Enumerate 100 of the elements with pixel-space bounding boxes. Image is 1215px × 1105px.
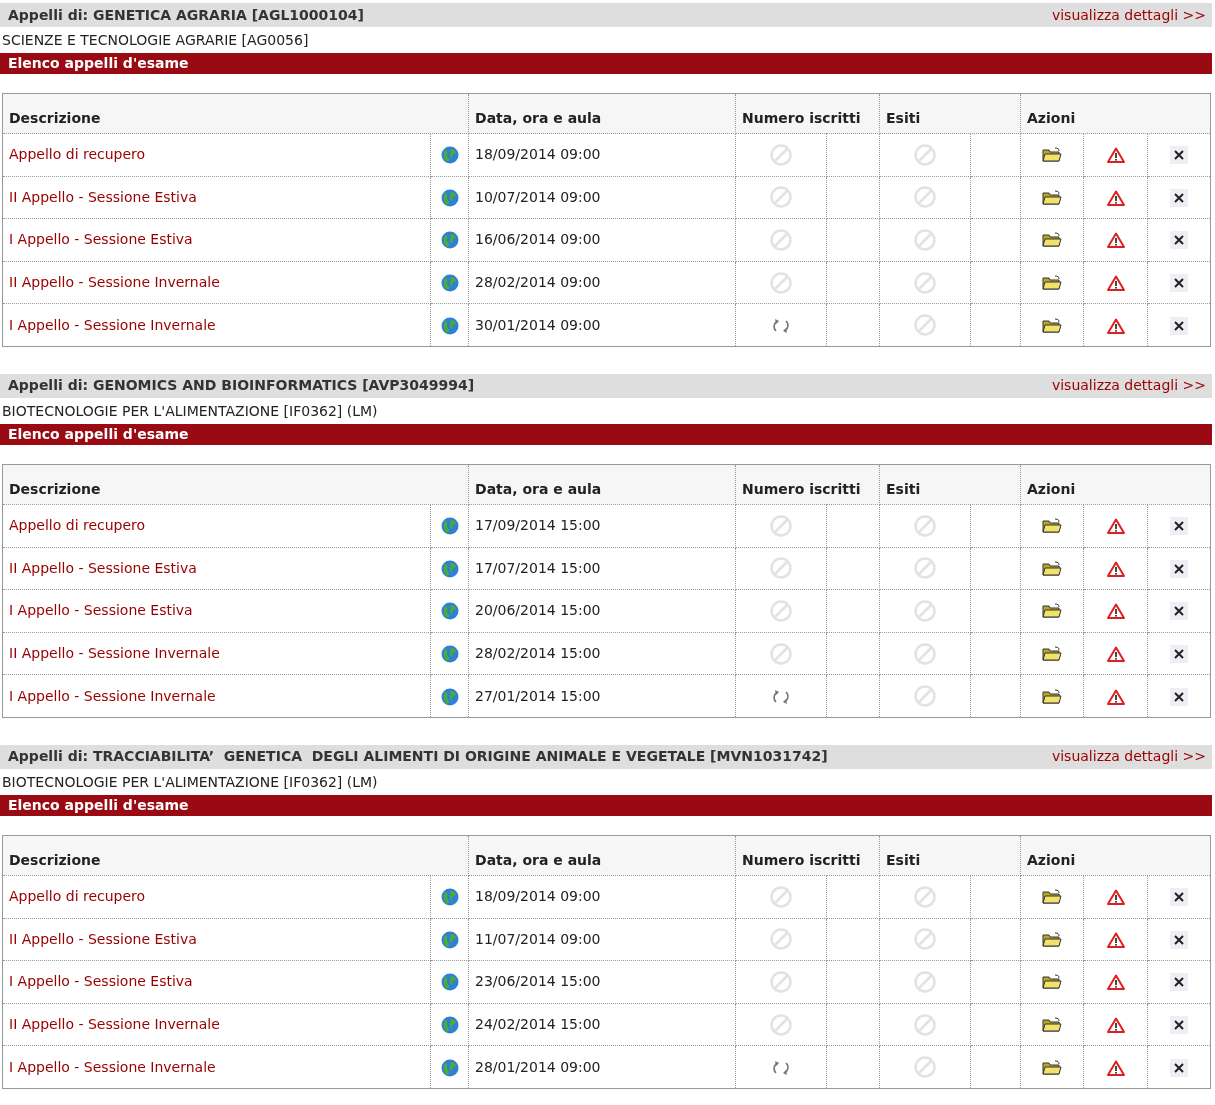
course-name: BIOTECNOLOGIE PER L'ALIMENTAZIONE [IF0362] (LM) <box>1 401 379 421</box>
warning-icon[interactable] <box>1106 931 1125 948</box>
warning-icon[interactable] <box>1106 189 1125 206</box>
close-icon[interactable] <box>1170 930 1189 949</box>
close-icon[interactable] <box>1170 1058 1189 1077</box>
globe-icon <box>440 274 459 293</box>
folder-icon[interactable] <box>1042 1017 1063 1033</box>
exam-date: 18/09/2014 09:00 <box>475 146 601 163</box>
close-icon[interactable] <box>1170 1016 1189 1034</box>
exam-session-link[interactable]: II Appello - Sessione Estiva <box>9 559 197 576</box>
warning-icon[interactable] <box>1106 646 1125 663</box>
prohibited-icon <box>770 557 792 580</box>
folder-icon[interactable] <box>1042 603 1063 620</box>
exam-date: 30/01/2014 09:00 <box>475 316 601 333</box>
warning-icon[interactable] <box>1106 974 1125 991</box>
prohibited-icon <box>770 885 792 908</box>
folder-icon[interactable] <box>1042 317 1063 334</box>
exam-session-link[interactable]: Appello di recupero <box>9 888 146 905</box>
refresh-icon[interactable] <box>772 317 790 334</box>
warning-icon[interactable] <box>1106 688 1125 705</box>
close-icon[interactable] <box>1170 231 1189 250</box>
prohibited-icon <box>914 685 937 708</box>
exam-session-link[interactable]: I Appello - Sessione Estiva <box>9 231 193 248</box>
close-icon[interactable] <box>1170 602 1189 621</box>
exam-date: 17/07/2014 15:00 <box>475 559 601 576</box>
folder-icon[interactable] <box>1042 646 1063 663</box>
close-icon[interactable] <box>1170 559 1189 578</box>
globe-icon <box>440 1058 459 1077</box>
exam-session-link[interactable]: I Appello - Sessione Invernale <box>9 1058 216 1075</box>
close-icon[interactable] <box>1170 146 1189 165</box>
exam-session-link[interactable]: II Appello - Sessione Estiva <box>9 188 197 205</box>
refresh-icon[interactable] <box>772 1059 790 1076</box>
warning-icon[interactable] <box>1106 518 1125 535</box>
refresh-icon[interactable] <box>772 688 790 705</box>
folder-icon[interactable] <box>1042 688 1063 705</box>
folder-icon[interactable] <box>1042 518 1063 535</box>
exam-session-link[interactable]: I Appello - Sessione Invernale <box>9 687 216 704</box>
warning-icon[interactable] <box>1106 1059 1125 1076</box>
close-icon[interactable] <box>1170 274 1189 293</box>
folder-icon[interactable] <box>1042 189 1063 206</box>
prohibited-icon <box>770 271 792 294</box>
warning-icon[interactable] <box>1106 889 1125 906</box>
folder-icon[interactable] <box>1042 275 1063 292</box>
warning-icon[interactable] <box>1106 560 1125 577</box>
prohibited-icon <box>770 229 792 251</box>
globe-icon <box>440 188 459 207</box>
prohibited-icon <box>914 599 937 622</box>
warning-icon[interactable] <box>1106 1017 1125 1033</box>
folder-icon[interactable] <box>1042 931 1063 948</box>
folder-icon[interactable] <box>1042 147 1063 164</box>
exam-session-link[interactable]: II Appello - Sessione Invernale <box>9 1016 220 1032</box>
warning-icon[interactable] <box>1106 317 1125 334</box>
exam-session-link[interactable]: I Appello - Sessione Estiva <box>9 973 193 990</box>
exam-date: 28/02/2014 15:00 <box>475 645 601 662</box>
course-name: SCIENZE E TECNOLOGIE AGRARIE [AG0056] <box>1 31 310 50</box>
exam-date: 27/01/2014 15:00 <box>475 687 601 704</box>
globe-icon <box>440 645 459 664</box>
column-header: Data, ora e aula <box>475 480 602 497</box>
course-name: BIOTECNOLOGIE PER L'ALIMENTAZIONE [IF0362] (LM) <box>1 772 379 792</box>
globe-icon <box>440 559 459 578</box>
folder-icon[interactable] <box>1042 889 1063 906</box>
warning-icon[interactable] <box>1106 232 1125 249</box>
details-link[interactable]: visualizza dettagli >> <box>1051 746 1206 768</box>
warning-icon[interactable] <box>1106 275 1125 292</box>
close-icon[interactable] <box>1170 973 1189 992</box>
exam-session-link[interactable]: II Appello - Sessione Estiva <box>9 930 197 947</box>
warning-icon[interactable] <box>1106 603 1125 620</box>
details-link[interactable]: visualizza dettagli >> <box>1051 375 1206 397</box>
close-icon[interactable] <box>1170 517 1189 536</box>
globe-icon <box>440 231 459 250</box>
close-icon[interactable] <box>1170 188 1189 207</box>
column-header: Azioni <box>1027 480 1076 497</box>
folder-icon[interactable] <box>1042 560 1063 577</box>
exam-session-link[interactable]: II Appello - Sessione Invernale <box>9 645 220 662</box>
exam-session-link[interactable]: I Appello - Sessione Invernale <box>9 316 216 333</box>
prohibited-icon <box>770 1013 792 1036</box>
exam-session-link[interactable]: Appello di recupero <box>9 146 146 163</box>
column-header: Descrizione <box>9 851 101 868</box>
warning-icon[interactable] <box>1106 147 1125 164</box>
exam-session-link[interactable]: II Appello - Sessione Invernale <box>9 274 220 291</box>
exam-session-link[interactable]: I Appello - Sessione Estiva <box>9 602 193 619</box>
close-icon[interactable] <box>1170 316 1189 335</box>
details-link[interactable]: visualizza dettagli >> <box>1051 4 1206 26</box>
globe-icon <box>440 888 459 907</box>
exam-date: 23/06/2014 15:00 <box>475 973 601 990</box>
globe-icon <box>440 146 459 165</box>
close-icon[interactable] <box>1170 687 1189 706</box>
exam-date: 17/09/2014 15:00 <box>475 517 601 534</box>
folder-icon[interactable] <box>1042 1059 1063 1076</box>
list-title-bar: Elenco appelli d'esame <box>0 53 1212 74</box>
globe-icon <box>440 602 459 621</box>
close-icon[interactable] <box>1170 645 1189 664</box>
prohibited-icon <box>914 642 937 665</box>
list-title-bar: Elenco appelli d'esame <box>0 423 1212 445</box>
prohibited-icon <box>914 970 937 993</box>
folder-icon[interactable] <box>1042 974 1063 991</box>
exam-session-link[interactable]: Appello di recupero <box>9 517 146 534</box>
close-icon[interactable] <box>1170 888 1189 907</box>
folder-icon[interactable] <box>1042 232 1063 249</box>
globe-icon <box>440 316 459 335</box>
